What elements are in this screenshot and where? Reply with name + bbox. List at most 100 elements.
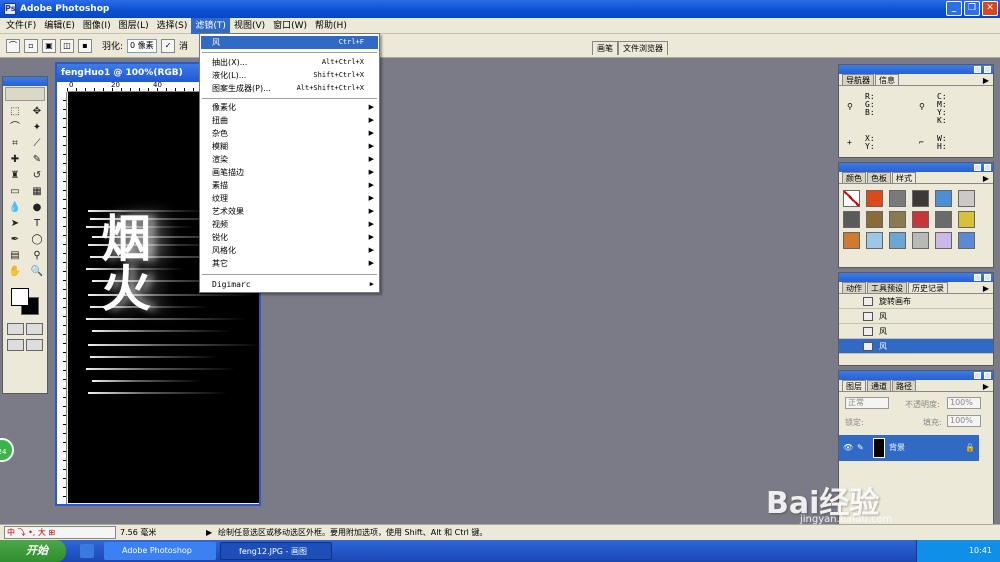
tab-history[interactable]: 历史记录 — [908, 282, 948, 293]
palette-minimize-button[interactable] — [974, 66, 981, 73]
menu-help[interactable]: 帮助(H) — [311, 18, 351, 34]
menu-item-artistic[interactable]: 艺术效果 ▶ — [201, 205, 378, 218]
menu-item-distort[interactable]: 扭曲 ▶ — [201, 114, 378, 127]
layer-row-background[interactable]: 👁 ✎ 背景 🔒 — [839, 435, 979, 461]
style-swatch[interactable] — [958, 211, 975, 228]
palette-menu-arrow-icon[interactable]: ▶ — [983, 284, 989, 293]
blend-mode-select[interactable]: 正常 — [845, 397, 889, 409]
well-tab-brushes[interactable]: 画笔 — [592, 41, 618, 55]
quickmask-mode-button[interactable] — [26, 323, 43, 335]
menu-item-wind[interactable]: 风 Ctrl+F — [201, 36, 378, 49]
style-swatch[interactable] — [912, 190, 929, 207]
menu-file[interactable]: 文件(F) — [2, 18, 40, 34]
menu-item-digimarc[interactable]: Digimarc ▶ — [201, 278, 378, 291]
tab-swatches[interactable]: 色板 — [867, 172, 891, 183]
toolbox-title-bar[interactable] — [3, 77, 47, 86]
menu-item-texture[interactable]: 纹理 ▶ — [201, 192, 378, 205]
gradient-icon[interactable]: ▦ — [27, 184, 47, 199]
hand-tool-icon[interactable]: ✋ — [5, 264, 25, 279]
menu-item-pixelate[interactable]: 像素化 ▶ — [201, 101, 378, 114]
tab-color[interactable]: 颜色 — [842, 172, 866, 183]
menu-layer[interactable]: 图层(L) — [115, 18, 153, 34]
palette-close-button[interactable] — [984, 66, 991, 73]
palette-title-bar[interactable] — [839, 163, 993, 172]
menu-item-liquify[interactable]: 液化(L)... Shift+Ctrl+X — [201, 69, 378, 82]
lasso-tool-icon[interactable]: ⌒ — [6, 38, 20, 53]
foreground-color[interactable] — [11, 288, 29, 306]
menu-item-blur[interactable]: 模糊 ▶ — [201, 140, 378, 153]
menu-image[interactable]: 图像(I) — [79, 18, 115, 34]
menu-item-extract[interactable]: 抽出(X)... Alt+Ctrl+X — [201, 56, 378, 69]
style-swatch[interactable] — [935, 232, 952, 249]
notes-tool-icon[interactable]: ▤ — [5, 248, 25, 263]
eyedropper-icon[interactable]: ⚲ — [27, 248, 47, 263]
palette-title-bar[interactable] — [839, 371, 993, 380]
pen-tool-icon[interactable]: ✒ — [5, 232, 25, 247]
slice-tool-icon[interactable]: ⟋ — [27, 136, 47, 151]
style-swatch[interactable] — [843, 232, 860, 249]
eye-icon[interactable]: 👁 — [843, 435, 853, 461]
marquee-tool-icon[interactable]: ⬚ — [5, 104, 25, 119]
standard-mode-button[interactable] — [7, 323, 24, 335]
blur-tool-icon[interactable]: 💧 — [5, 200, 25, 215]
menu-select[interactable]: 选择(S) — [153, 18, 192, 34]
type-tool-icon[interactable]: T — [27, 216, 47, 231]
minimize-button[interactable]: _ — [946, 1, 962, 16]
opacity-input[interactable]: 100% — [947, 397, 981, 409]
palette-menu-arrow-icon[interactable]: ▶ — [983, 76, 989, 85]
magic-wand-icon[interactable]: ✦ — [27, 120, 47, 135]
quick-launch-icon[interactable] — [80, 544, 94, 558]
menu-item-sharpen[interactable]: 锐化 ▶ — [201, 231, 378, 244]
menu-item-other[interactable]: 其它 ▶ — [201, 257, 378, 270]
palette-close-button[interactable] — [984, 372, 991, 379]
menu-item-noise[interactable]: 杂色 ▶ — [201, 127, 378, 140]
well-tab-file-browser[interactable]: 文件浏览器 — [618, 41, 668, 55]
tab-info[interactable]: 信息 — [875, 74, 899, 85]
menu-window[interactable]: 窗口(W) — [269, 18, 311, 34]
palette-close-button[interactable] — [984, 274, 991, 281]
style-swatch[interactable] — [889, 232, 906, 249]
style-swatch[interactable] — [889, 190, 906, 207]
style-swatch[interactable] — [912, 211, 929, 228]
palette-minimize-button[interactable] — [974, 164, 981, 171]
antialias-checkbox[interactable]: ✓ — [161, 38, 176, 53]
jump-imageready-button[interactable] — [26, 339, 43, 351]
history-brush-icon[interactable]: ↺ — [27, 168, 47, 183]
lasso-tool-icon[interactable]: ⌒ — [5, 120, 25, 135]
menu-item-stylize[interactable]: 风格化 ▶ — [201, 244, 378, 257]
style-swatch[interactable] — [866, 190, 883, 207]
history-item-selected[interactable]: 风 — [839, 339, 993, 354]
intersect-selection-icon[interactable]: ▪ — [78, 38, 92, 53]
tab-styles[interactable]: 样式 — [892, 172, 916, 183]
menu-item-render[interactable]: 渲染 ▶ — [201, 153, 378, 166]
style-swatch[interactable] — [958, 190, 975, 207]
new-selection-icon[interactable]: ▫ — [24, 38, 38, 53]
close-button[interactable]: ✕ — [982, 1, 998, 16]
brush-tool-icon[interactable]: ✎ — [27, 152, 47, 167]
path-select-icon[interactable]: ➤ — [5, 216, 25, 231]
restore-button[interactable]: ❐ — [964, 1, 980, 16]
style-swatch[interactable] — [843, 211, 860, 228]
ime-toolbar[interactable]: 中 ⤵ •, 大 ⊞ — [4, 526, 116, 539]
palette-title-bar[interactable] — [839, 273, 993, 282]
tab-navigator[interactable]: 导航器 — [842, 74, 874, 85]
style-swatch[interactable] — [866, 211, 883, 228]
style-swatch[interactable] — [843, 190, 860, 207]
history-item[interactable]: 风 — [839, 309, 993, 324]
eraser-icon[interactable]: ▭ — [5, 184, 25, 199]
add-selection-icon[interactable]: ▣ — [42, 38, 56, 53]
menu-item-sketch[interactable]: 素描 ▶ — [201, 179, 378, 192]
menu-item-pattern-maker[interactable]: 图案生成器(P)... Alt+Shift+Ctrl+X — [201, 82, 378, 95]
tab-channels[interactable]: 通道 — [867, 380, 891, 391]
move-tool-icon[interactable]: ✥ — [27, 104, 47, 119]
palette-close-button[interactable] — [984, 164, 991, 171]
menu-item-brush-strokes[interactable]: 画笔描边 ▶ — [201, 166, 378, 179]
style-swatch[interactable] — [912, 232, 929, 249]
history-item[interactable]: 风 — [839, 324, 993, 339]
start-button[interactable]: 开始 — [0, 540, 66, 562]
palette-minimize-button[interactable] — [974, 274, 981, 281]
style-swatch[interactable] — [958, 232, 975, 249]
clone-stamp-icon[interactable]: ♜ — [5, 168, 25, 183]
palette-minimize-button[interactable] — [974, 372, 981, 379]
tab-tool-presets[interactable]: 工具预设 — [867, 282, 907, 293]
